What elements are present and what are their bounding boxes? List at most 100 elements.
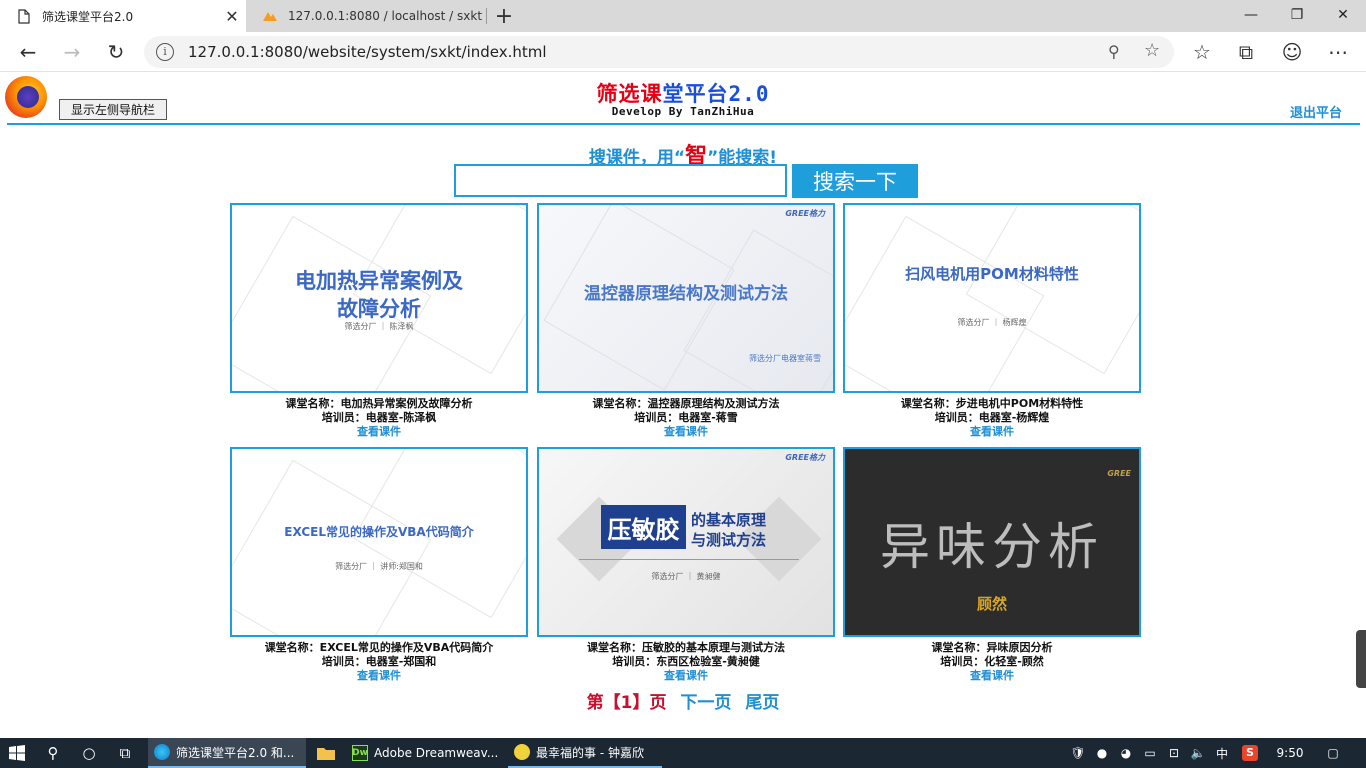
thumb-subtitle: 筛选分厂 ｜ 陈泽枫 bbox=[344, 322, 414, 331]
qq-tray-icon[interactable]: ◕ bbox=[1116, 738, 1136, 768]
windows-start-icon[interactable] bbox=[0, 738, 34, 768]
page-icon bbox=[16, 8, 32, 24]
close-tab-icon[interactable]: ✕ bbox=[218, 2, 246, 30]
thumb-subtitle: 筛选分厂 ｜ 黄昶健 bbox=[651, 572, 721, 581]
site-subtitle: Develop By TanZhiHua bbox=[611, 105, 755, 118]
cortana-icon[interactable]: ○ bbox=[72, 738, 106, 768]
logout-link[interactable]: 退出平台 bbox=[1290, 102, 1342, 121]
site-title-version: 2.0 bbox=[728, 82, 770, 106]
course-name: 课堂名称：电加热异常案例及故障分析 bbox=[285, 397, 473, 410]
site-info-icon[interactable]: i bbox=[156, 43, 174, 61]
search-button[interactable]: 搜索一下 bbox=[792, 164, 918, 198]
app-tray-icon[interactable]: ● bbox=[1092, 738, 1112, 768]
last-page-link[interactable]: 尾页 bbox=[745, 693, 779, 713]
search-input[interactable] bbox=[454, 164, 787, 197]
file-explorer-icon[interactable] bbox=[308, 738, 344, 768]
collections-icon[interactable]: ⧉ bbox=[1230, 36, 1262, 68]
thumb-title: 与测试方法 bbox=[691, 531, 767, 549]
course-thumbnail[interactable]: GREE 异味分析 顾然 bbox=[843, 447, 1141, 637]
view-course-link[interactable]: 查看课件 bbox=[970, 669, 1014, 682]
browser-tab-phpmyadmin[interactable]: 127.0.0.1:8080 / localhost / sxkt / bbox=[246, 0, 486, 32]
taskbar-task-browser[interactable]: 筛选课堂平台2.0 和... bbox=[148, 738, 306, 768]
task-label: 最幸福的事 - 钟嘉欣 bbox=[536, 745, 644, 760]
minimize-button[interactable]: — bbox=[1228, 0, 1274, 30]
browser-tab-active[interactable]: 筛选课堂平台2.0 ✕ bbox=[0, 0, 246, 32]
security-tray-icon[interactable]: 🛡 bbox=[1068, 738, 1088, 768]
refresh-icon[interactable]: ↻ bbox=[100, 36, 132, 68]
task-view-icon[interactable]: ⧉ bbox=[108, 738, 142, 768]
course-card: GREE 异味分析 顾然 课堂名称：异味原因分析 培训员：化轻室-顾然 查看课件 bbox=[843, 447, 1141, 683]
edge-icon bbox=[154, 744, 170, 760]
thumb-title: 扫风电机用POM材料特性 bbox=[905, 265, 1079, 283]
thumb-title: 的基本原理 bbox=[691, 511, 767, 529]
course-trainer: 培训员：化轻室-顾然 bbox=[940, 655, 1044, 668]
site-title-part: 筛选 bbox=[596, 82, 641, 106]
clock[interactable]: 9:50 bbox=[1268, 738, 1312, 768]
course-name: 课堂名称：压敏胶的基本原理与测试方法 bbox=[587, 641, 785, 654]
zoom-icon[interactable]: ⚲ bbox=[1108, 42, 1120, 61]
course-thumbnail[interactable]: 扫风电机用POM材料特性 筛选分厂 ｜ 杨辉煌 bbox=[843, 203, 1141, 393]
tab-separator bbox=[486, 8, 487, 24]
course-card: 电加热异常案例及 故障分析 筛选分厂 ｜ 陈泽枫 课堂名称：电加热异常案例及故障… bbox=[230, 203, 528, 439]
view-course-link[interactable]: 查看课件 bbox=[970, 425, 1014, 438]
gree-logo: GREE格力 bbox=[785, 209, 825, 218]
task-label: Adobe Dreamweav... bbox=[374, 746, 499, 760]
course-thumbnail[interactable]: GREE格力 压敏胶 的基本原理 与测试方法 筛选分厂 ｜ 黄昶健 bbox=[537, 447, 835, 637]
browser-tab-bar: 筛选课堂平台2.0 ✕ 127.0.0.1:8080 / localhost /… bbox=[0, 0, 1366, 32]
thumb-title: EXCEL常见的操作及VBA代码简介 bbox=[284, 525, 474, 539]
thumb-title: 温控器原理结构及测试方法 bbox=[584, 284, 788, 304]
back-icon[interactable]: ← bbox=[12, 36, 44, 68]
course-name: 课堂名称：EXCEL常见的操作及VBA代码简介 bbox=[264, 641, 494, 654]
battery-icon[interactable]: ▭ bbox=[1140, 738, 1160, 768]
course-thumbnail[interactable]: GREE格力 温控器原理结构及测试方法 筛选分厂电器室蒋雪 bbox=[537, 203, 835, 393]
tab-title: 127.0.0.1:8080 / localhost / sxkt / bbox=[288, 9, 486, 23]
taskbar-task-dreamweaver[interactable]: Dw Adobe Dreamweav... bbox=[346, 738, 504, 768]
site-title: 筛选课堂平台2.0 bbox=[0, 78, 1366, 108]
favorites-icon[interactable]: ☆ bbox=[1186, 36, 1218, 68]
course-trainer: 培训员：电器室-杨辉煌 bbox=[934, 411, 1050, 424]
next-page-link[interactable]: 下一页 bbox=[680, 693, 731, 713]
restore-button[interactable]: ❐ bbox=[1274, 0, 1320, 30]
course-name: 课堂名称：温控器原理结构及测试方法 bbox=[592, 397, 780, 410]
close-window-button[interactable]: ✕ bbox=[1320, 0, 1366, 30]
tab-title: 筛选课堂平台2.0 bbox=[42, 9, 134, 24]
view-course-link[interactable]: 查看课件 bbox=[357, 425, 401, 438]
ime-indicator[interactable]: 中 bbox=[1212, 738, 1232, 768]
forward-icon[interactable]: → bbox=[56, 36, 88, 68]
course-thumbnail[interactable]: 电加热异常案例及 故障分析 筛选分厂 ｜ 陈泽枫 bbox=[230, 203, 528, 393]
course-thumbnail[interactable]: EXCEL常见的操作及VBA代码简介 筛选分厂 ｜ 讲师:郑国和 bbox=[230, 447, 528, 637]
music-player-icon bbox=[514, 744, 530, 760]
current-page: 第【1】页 bbox=[586, 693, 667, 713]
volume-icon[interactable]: 🔈 bbox=[1188, 738, 1208, 768]
more-menu-icon[interactable]: ⋯ bbox=[1322, 36, 1354, 68]
view-course-link[interactable]: 查看课件 bbox=[664, 425, 708, 438]
thumb-title: 异味分析 bbox=[880, 518, 1104, 576]
gree-logo: GREE格力 bbox=[785, 453, 825, 462]
course-trainer: 培训员：电器室-蒋雪 bbox=[634, 411, 738, 424]
course-card: GREE格力 压敏胶 的基本原理 与测试方法 筛选分厂 ｜ 黄昶健 课堂名称：压… bbox=[537, 447, 835, 683]
view-course-link[interactable]: 查看课件 bbox=[357, 669, 401, 682]
course-card: EXCEL常见的操作及VBA代码简介 筛选分厂 ｜ 讲师:郑国和 课堂名称：EX… bbox=[230, 447, 528, 683]
search-icon[interactable]: ⚲ bbox=[36, 738, 70, 768]
side-panel-handle[interactable] bbox=[1356, 630, 1366, 688]
thumb-title: 电加热异常案例及 bbox=[295, 269, 463, 293]
view-course-link[interactable]: 查看课件 bbox=[664, 669, 708, 682]
course-trainer: 培训员：东西区检验室-黄昶健 bbox=[612, 655, 760, 668]
notification-icon[interactable]: ▢ bbox=[1322, 738, 1344, 768]
new-tab-button[interactable]: + bbox=[490, 2, 518, 30]
thumb-title: 故障分析 bbox=[337, 297, 421, 321]
site-title-part: 堂平台 bbox=[662, 82, 729, 106]
address-bar[interactable]: i 127.0.0.1:8080/website/system/sxkt/ind… bbox=[144, 36, 1174, 68]
course-name: 课堂名称：异味原因分析 bbox=[931, 641, 1053, 654]
taskbar: ⚲ ○ ⧉ 筛选课堂平台2.0 和... Dw Adobe Dreamweav.… bbox=[0, 738, 1366, 768]
taskbar-task-music[interactable]: 最幸福的事 - 钟嘉欣 bbox=[508, 738, 662, 768]
add-favorite-icon[interactable]: ☆ bbox=[1144, 40, 1160, 61]
browser-toolbar: ← → ↻ i 127.0.0.1:8080/website/system/sx… bbox=[0, 32, 1366, 72]
gree-logo: GREE bbox=[1107, 469, 1131, 478]
network-icon[interactable]: ⊡ bbox=[1164, 738, 1184, 768]
profile-icon[interactable]: ☺ bbox=[1276, 36, 1308, 68]
thumb-subtitle: 筛选分厂 ｜ 讲师:郑国和 bbox=[335, 562, 423, 571]
phpmyadmin-icon bbox=[262, 8, 278, 24]
url-text[interactable]: 127.0.0.1:8080/website/system/sxkt/index… bbox=[188, 43, 547, 61]
sogou-input-icon[interactable]: S bbox=[1240, 738, 1260, 768]
